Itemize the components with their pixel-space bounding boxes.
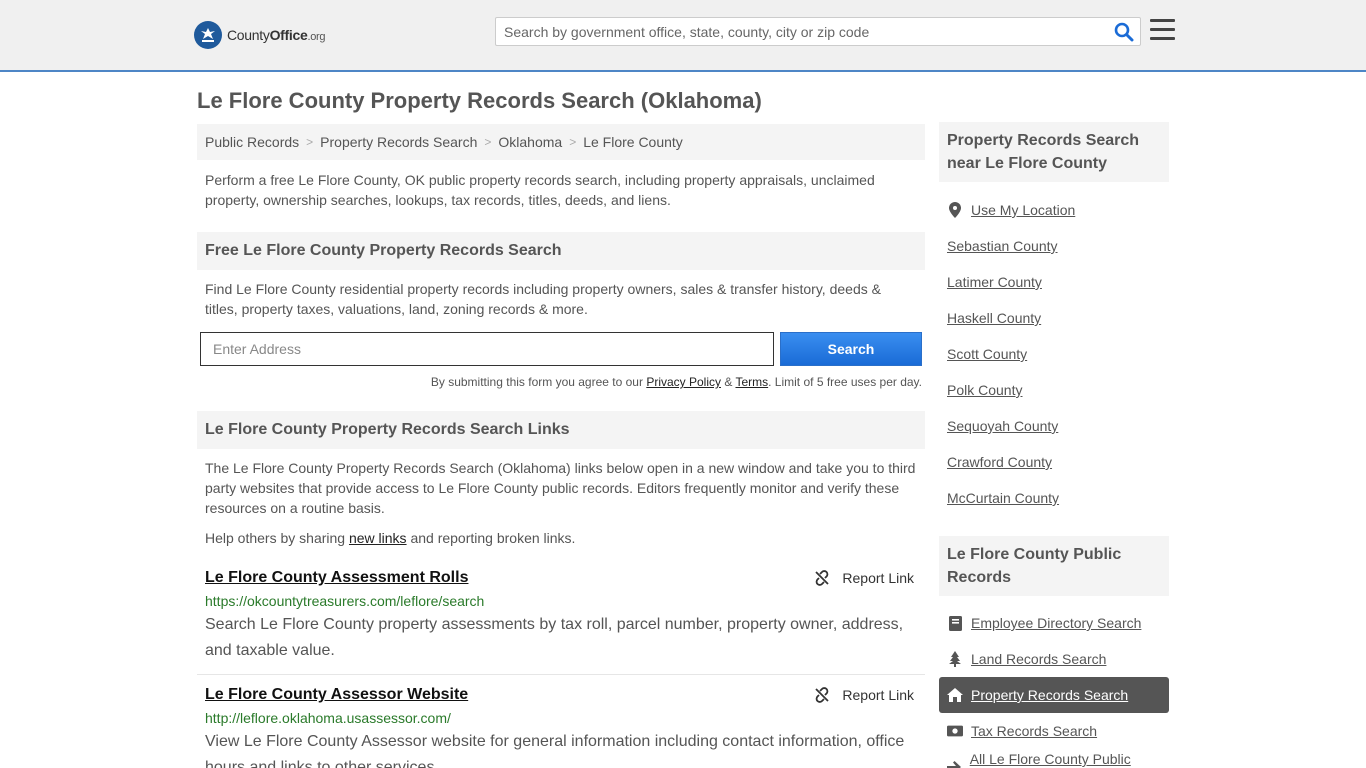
free-search-description: Find Le Flore County residential propert…: [205, 281, 881, 317]
public-records-list: Employee Directory Search Land Records S…: [939, 605, 1169, 768]
breadcrumb-public-records[interactable]: Public Records: [205, 134, 299, 150]
links-section-description: The Le Flore County Property Records Sea…: [205, 460, 916, 516]
privacy-policy-link[interactable]: Privacy Policy: [646, 375, 721, 389]
nearby-county-item[interactable]: McCurtain County: [939, 480, 1169, 516]
nearby-county-item[interactable]: Sebastian County: [939, 228, 1169, 264]
sidebar-item-tax-records[interactable]: Tax Records Search: [939, 713, 1169, 749]
sidebar-item-land-records[interactable]: Land Records Search: [939, 641, 1169, 677]
link-description: Search Le Flore County property assessme…: [205, 616, 904, 659]
link-url: http://leflore.oklahoma.usassessor.com/: [205, 710, 451, 726]
sidebar-link[interactable]: All Le Flore County Public Records: [970, 751, 1169, 768]
broken-link-icon: [815, 570, 830, 586]
breadcrumb-separator: >: [306, 135, 314, 149]
nearby-county-link[interactable]: Sequoyah County: [947, 418, 1058, 434]
terms-link[interactable]: Terms: [735, 375, 768, 389]
nearby-county-item[interactable]: Latimer County: [939, 264, 1169, 300]
list-item: Le Flore County Assessment Rolls Report …: [205, 569, 917, 664]
breadcrumb-property-records[interactable]: Property Records Search: [320, 134, 477, 150]
home-icon: [947, 688, 963, 702]
hamburger-menu-icon[interactable]: [1150, 19, 1175, 41]
breadcrumb: Public Records > Property Records Search…: [197, 124, 925, 160]
help-text: Help others by sharing new links and rep…: [205, 530, 576, 546]
page-title: Le Flore County Property Records Search …: [197, 88, 762, 113]
broken-link-icon: [815, 687, 830, 703]
nearby-county-link[interactable]: Sebastian County: [947, 238, 1058, 254]
nearby-county-item[interactable]: Sequoyah County: [939, 408, 1169, 444]
search-button[interactable]: Search: [780, 332, 922, 366]
sidebar-item-property-records[interactable]: Property Records Search: [939, 677, 1169, 713]
nearby-county-link[interactable]: Crawford County: [947, 454, 1052, 470]
map-marker-icon: [947, 202, 963, 218]
nearby-county-item[interactable]: Polk County: [939, 372, 1169, 408]
logo-badge-icon: [194, 21, 222, 49]
report-link-button[interactable]: Report Link: [814, 687, 914, 703]
free-search-heading: Free Le Flore County Property Records Se…: [197, 232, 925, 270]
link-url: https://okcountytreasurers.com/leflore/s…: [205, 593, 485, 609]
nearby-heading: Property Records Search near Le Flore Co…: [939, 122, 1169, 182]
logo-text: CountyOffice.org: [227, 27, 326, 43]
divider: [197, 674, 925, 675]
intro-text: Perform a free Le Flore County, OK publi…: [205, 172, 875, 208]
breadcrumb-le-flore-county[interactable]: Le Flore County: [583, 134, 683, 150]
sidebar-link[interactable]: Employee Directory Search: [971, 615, 1141, 631]
use-location-link[interactable]: Use My Location: [971, 202, 1075, 218]
breadcrumb-oklahoma[interactable]: Oklahoma: [498, 134, 562, 150]
nearby-list: Use My Location Sebastian County Latimer…: [939, 192, 1169, 516]
site-search-input[interactable]: [496, 18, 1106, 45]
form-disclaimer: By submitting this form you agree to our…: [430, 375, 922, 389]
breadcrumb-separator: >: [484, 135, 492, 149]
breadcrumb-separator: >: [569, 135, 577, 149]
sidebar-item-employee-directory[interactable]: Employee Directory Search: [939, 605, 1169, 641]
money-icon: [947, 725, 963, 737]
link-title[interactable]: Le Flore County Assessor Website: [205, 686, 468, 703]
nearby-county-link[interactable]: McCurtain County: [947, 490, 1059, 506]
address-input[interactable]: [200, 332, 774, 366]
nearby-county-link[interactable]: Polk County: [947, 382, 1022, 398]
search-icon[interactable]: [1114, 22, 1134, 42]
sidebar-link[interactable]: Property Records Search: [971, 687, 1128, 703]
links-section-heading: Le Flore County Property Records Search …: [197, 411, 925, 449]
nearby-county-item[interactable]: Crawford County: [939, 444, 1169, 480]
sidebar-link[interactable]: Land Records Search: [971, 651, 1106, 667]
nearby-county-item[interactable]: Scott County: [939, 336, 1169, 372]
public-records-heading: Le Flore County Public Records: [939, 536, 1169, 596]
link-description: View Le Flore County Assessor website fo…: [205, 733, 905, 768]
use-location-item[interactable]: Use My Location: [939, 192, 1169, 228]
new-links-link[interactable]: new links: [349, 530, 407, 546]
nearby-county-item[interactable]: Haskell County: [939, 300, 1169, 336]
arrow-right-icon: [947, 761, 962, 768]
nearby-county-link[interactable]: Latimer County: [947, 274, 1042, 290]
tree-icon: [947, 651, 963, 667]
nearby-county-link[interactable]: Haskell County: [947, 310, 1041, 326]
sidebar-link[interactable]: Tax Records Search: [971, 723, 1097, 739]
site-logo[interactable]: CountyOffice.org: [194, 20, 326, 50]
report-link-button[interactable]: Report Link: [814, 570, 914, 586]
list-item: Le Flore County Assessor Website Report …: [205, 686, 917, 768]
book-icon: [947, 615, 963, 631]
link-title[interactable]: Le Flore County Assessment Rolls: [205, 569, 468, 586]
site-header: CountyOffice.org: [0, 0, 1366, 72]
nearby-county-link[interactable]: Scott County: [947, 346, 1027, 362]
sidebar-item-all-public-records[interactable]: All Le Flore County Public Records: [939, 749, 1169, 768]
site-search: [495, 17, 1141, 46]
